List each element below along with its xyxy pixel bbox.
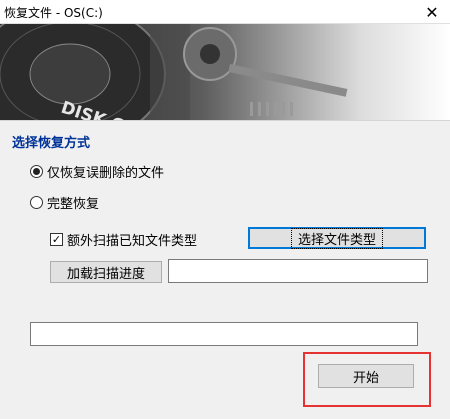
- title-bar: 恢复文件 - OS(C:) ✕: [0, 0, 450, 24]
- radio-full-recovery-indicator[interactable]: [30, 196, 43, 209]
- load-scan-progress-button[interactable]: 加载扫描进度: [50, 261, 162, 283]
- close-icon: ✕: [425, 2, 439, 22]
- select-file-types-label: 选择文件类型: [290, 227, 383, 249]
- scan-progress-path-field[interactable]: [168, 259, 428, 283]
- load-scan-progress-label: 加载扫描进度: [66, 266, 145, 282]
- hard-disk-graphic: DISK GENIUS: [0, 24, 348, 120]
- extra-scan-label[interactable]: 额外扫描已知文件类型: [67, 230, 197, 249]
- radio-deleted-only[interactable]: 仅恢复误删除的文件: [30, 162, 164, 181]
- status-field: [30, 322, 418, 346]
- banner-divider: [0, 120, 450, 121]
- radio-full-recovery[interactable]: 完整恢复: [30, 193, 99, 212]
- start-button-highlight: [303, 352, 431, 407]
- extra-scan-checkbox-row[interactable]: ✓ 额外扫描已知文件类型: [50, 230, 197, 249]
- radio-full-recovery-label[interactable]: 完整恢复: [47, 193, 99, 212]
- disk-genius-banner: DISK GENIUS: [0, 24, 450, 120]
- recover-files-dialog: 恢复文件 - OS(C:) ✕ DISK GENIUS: [0, 0, 450, 419]
- close-button[interactable]: ✕: [414, 0, 450, 24]
- radio-selected-dot: [33, 168, 40, 175]
- radio-deleted-only-label[interactable]: 仅恢复误删除的文件: [47, 162, 164, 181]
- select-file-types-button[interactable]: 选择文件类型: [248, 227, 426, 249]
- radio-deleted-only-indicator[interactable]: [30, 165, 43, 178]
- recovery-mode-title: 选择恢复方式: [12, 136, 91, 151]
- check-mark-icon: ✓: [51, 233, 62, 246]
- window-title: 恢复文件 - OS(C:): [4, 6, 103, 20]
- extra-scan-checkbox[interactable]: ✓: [50, 233, 63, 246]
